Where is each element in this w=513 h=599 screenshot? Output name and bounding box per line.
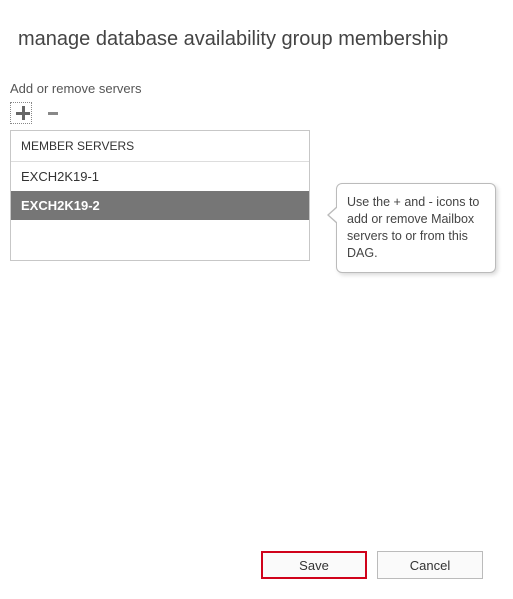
plus-icon (16, 106, 26, 120)
list-empty-area (11, 220, 309, 260)
list-item[interactable]: EXCH2K19-1 (11, 162, 309, 191)
page-title: manage database availability group membe… (18, 28, 513, 51)
cancel-button[interactable]: Cancel (377, 551, 483, 579)
icon-toolbar (10, 102, 513, 124)
list-header: MEMBER SERVERS (11, 131, 309, 162)
remove-server-button[interactable] (42, 102, 64, 124)
save-button[interactable]: Save (261, 551, 367, 579)
add-server-button[interactable] (10, 102, 32, 124)
help-callout: Use the + and - icons to add or remove M… (336, 183, 496, 273)
minus-icon (48, 112, 58, 115)
section-label: Add or remove servers (10, 81, 513, 96)
list-item[interactable]: EXCH2K19-2 (11, 191, 309, 220)
dialog-footer: Save Cancel (261, 551, 483, 579)
member-servers-list: MEMBER SERVERS EXCH2K19-1 EXCH2K19-2 (10, 130, 310, 261)
